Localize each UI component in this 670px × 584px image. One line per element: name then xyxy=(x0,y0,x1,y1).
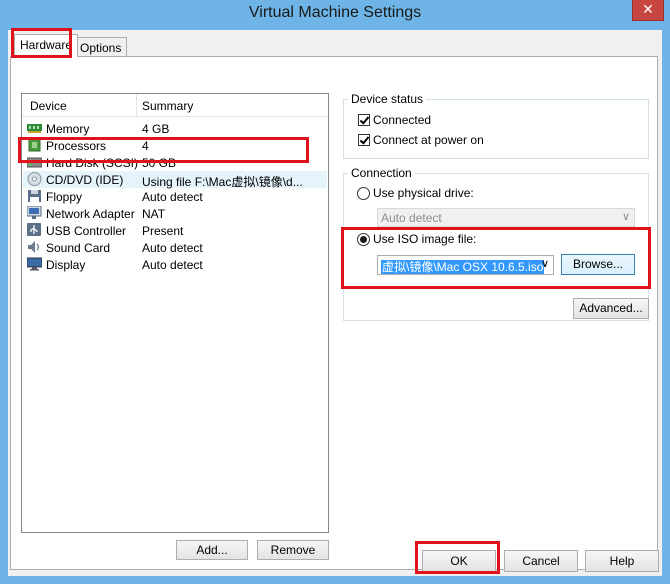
column-header-device[interactable]: Device xyxy=(30,99,67,113)
device-name: Display xyxy=(46,258,86,272)
help-button[interactable]: Help xyxy=(585,550,659,572)
tab-options-label: Options xyxy=(80,41,122,55)
device-summary: Present xyxy=(142,224,184,238)
dialog-client-area: Hardware Options Device Summary Memory 4… xyxy=(8,28,662,576)
device-row-memory[interactable]: Memory 4 GB xyxy=(23,120,327,137)
use-iso-image-radio[interactable] xyxy=(357,233,370,246)
device-status-group: Device status Connected Connect at power… xyxy=(343,92,649,159)
title-bar: Virtual Machine Settings ✕ xyxy=(0,0,670,28)
device-name: USB Controller xyxy=(46,224,127,238)
advanced-button[interactable]: Advanced... xyxy=(573,298,649,319)
use-physical-drive-label[interactable]: Use physical drive: xyxy=(373,186,474,200)
device-row-hard-disk[interactable]: Hard Disk (SCSI) 50 GB xyxy=(23,154,327,171)
tab-hardware[interactable]: Hardware xyxy=(14,34,79,57)
tab-hardware-label: Hardware xyxy=(20,38,73,52)
usb-icon xyxy=(27,223,41,236)
floppy-icon xyxy=(28,190,41,202)
device-summary: Auto detect xyxy=(142,190,203,204)
network-adapter-icon xyxy=(27,206,42,219)
cancel-button[interactable]: Cancel xyxy=(504,550,578,572)
physical-drive-select: Auto detect ∨ xyxy=(377,208,635,227)
device-summary: Auto detect xyxy=(142,241,203,255)
device-status-title: Device status xyxy=(348,92,427,106)
device-list[interactable]: Device Summary Memory 4 GB Processors 4 … xyxy=(21,93,329,533)
sound-card-icon xyxy=(28,241,40,253)
use-physical-drive-radio[interactable] xyxy=(357,187,370,200)
iso-image-path-combobox[interactable]: 虚拟\镜像\Mac OSX 10.6.5.iso ∨ xyxy=(377,255,554,275)
device-list-header: Device Summary xyxy=(22,94,328,117)
connection-title: Connection xyxy=(348,166,415,180)
add-button[interactable]: Add... xyxy=(176,540,248,560)
device-summary: 4 GB xyxy=(142,122,170,136)
device-name: Sound Card xyxy=(46,241,111,255)
device-name: Floppy xyxy=(46,190,83,204)
device-name: Memory xyxy=(46,122,90,136)
display-icon xyxy=(27,257,42,271)
ok-button[interactable]: OK xyxy=(422,550,496,572)
column-divider xyxy=(136,94,137,116)
device-row-network-adapter[interactable]: Network Adapter NAT xyxy=(23,205,327,222)
device-row-usb-controller[interactable]: USB Controller Present xyxy=(23,222,327,239)
chevron-down-icon: ∨ xyxy=(621,211,630,223)
device-summary: 4 xyxy=(142,139,149,153)
browse-button[interactable]: Browse... xyxy=(561,254,635,275)
use-iso-image-label[interactable]: Use ISO image file: xyxy=(373,232,476,246)
device-summary: Auto detect xyxy=(142,258,203,272)
close-button[interactable]: ✕ xyxy=(632,0,664,21)
device-name: Network Adapter xyxy=(46,207,135,221)
tab-page-hardware: Device Summary Memory 4 GB Processors 4 … xyxy=(10,56,658,570)
chevron-down-icon[interactable]: ∨ xyxy=(541,257,549,270)
cd-dvd-icon xyxy=(27,172,42,186)
device-row-display[interactable]: Display Auto detect xyxy=(23,256,327,273)
memory-icon xyxy=(27,124,42,133)
remove-button[interactable]: Remove xyxy=(257,540,329,560)
connected-checkbox[interactable] xyxy=(358,114,370,126)
hard-disk-icon xyxy=(27,157,42,168)
window-title: Virtual Machine Settings xyxy=(248,4,422,21)
close-icon: ✕ xyxy=(642,1,654,17)
connect-at-power-on-checkbox[interactable] xyxy=(358,134,370,146)
device-row-floppy[interactable]: Floppy Auto detect xyxy=(23,188,327,205)
connect-at-power-on-label[interactable]: Connect at power on xyxy=(373,133,484,147)
connected-label[interactable]: Connected xyxy=(373,113,431,127)
device-row-processors[interactable]: Processors 4 xyxy=(23,137,327,154)
device-name: Hard Disk (SCSI) xyxy=(46,156,139,170)
physical-drive-value: Auto detect xyxy=(381,211,442,225)
device-name: CD/DVD (IDE) xyxy=(46,173,124,187)
device-summary: NAT xyxy=(142,207,166,221)
column-header-summary[interactable]: Summary xyxy=(142,99,193,113)
device-name: Processors xyxy=(46,139,107,153)
device-row-sound-card[interactable]: Sound Card Auto detect xyxy=(23,239,327,256)
device-summary: 50 GB xyxy=(142,156,177,170)
processor-icon xyxy=(28,138,41,152)
tab-options[interactable]: Options xyxy=(74,37,128,58)
iso-image-path-value: 虚拟\镜像\Mac OSX 10.6.5.iso xyxy=(381,260,545,274)
device-row-cd-dvd[interactable]: CD/DVD (IDE) Using file F:\Mac虚拟\镜像\d... xyxy=(23,171,327,189)
